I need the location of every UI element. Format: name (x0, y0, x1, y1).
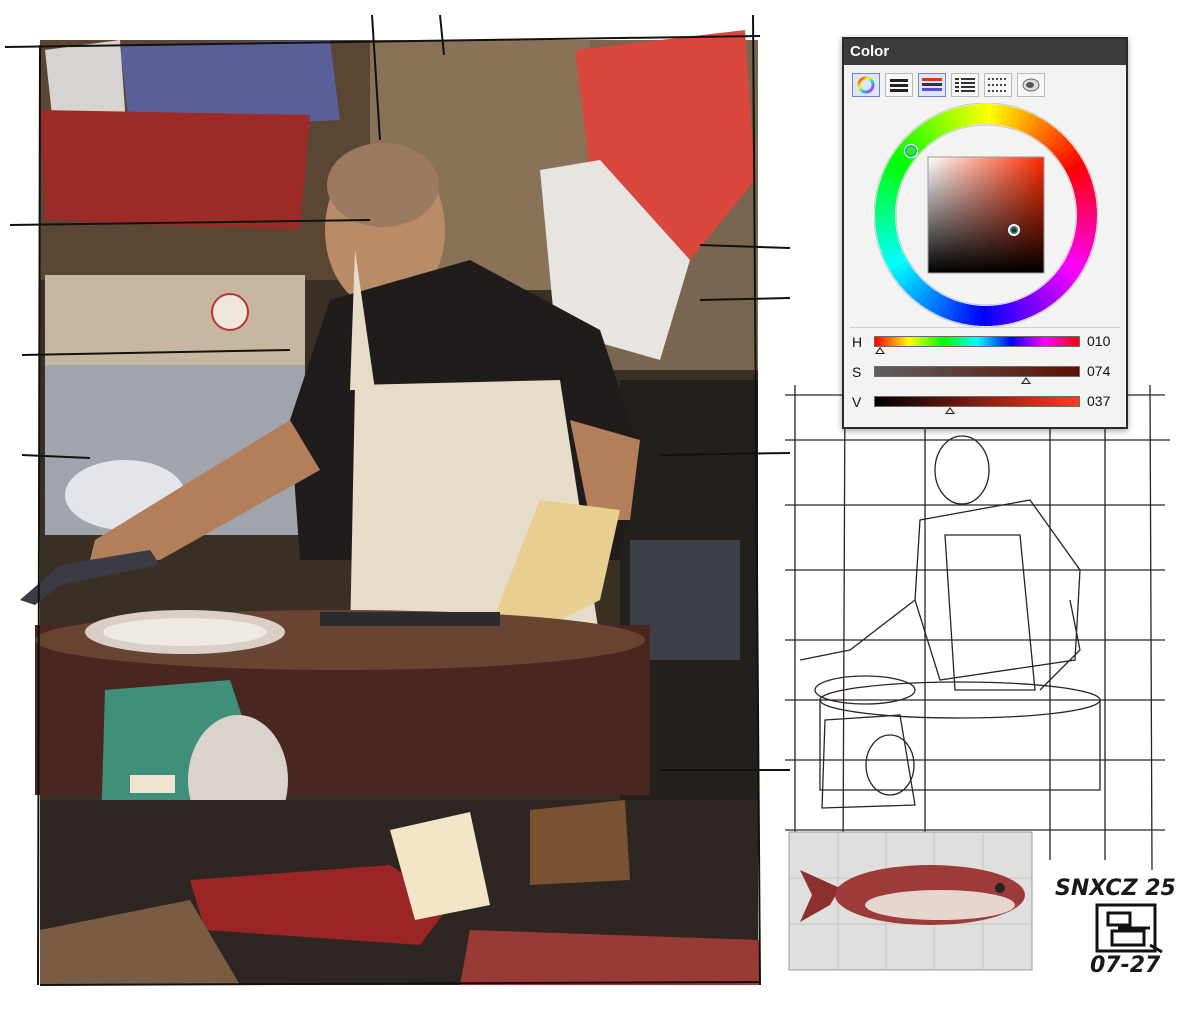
swatch-grid-icon (988, 78, 1006, 92)
mixer-icon (1022, 78, 1040, 92)
value-value[interactable]: 037 (1087, 393, 1110, 409)
saturation-slider-row: S 074 (852, 361, 1120, 385)
palette-list-button[interactable] (951, 73, 979, 97)
saturation-label: S (852, 364, 862, 380)
rgb-bars-icon (890, 79, 908, 92)
value-slider-track[interactable] (874, 396, 1080, 407)
value-label: V (852, 394, 862, 410)
signature-date: 07-27 (1090, 953, 1161, 978)
line-sketch (785, 384, 1170, 871)
swatch-grid-button[interactable] (984, 73, 1012, 97)
artist-seal (1095, 903, 1163, 954)
hue-slider-row: H 010 (852, 331, 1120, 355)
saturation-value[interactable]: 074 (1087, 363, 1110, 379)
hsv-bars-icon (922, 78, 942, 91)
hue-label: H (852, 334, 863, 350)
artist-signature: SNXCZ 25 (1055, 876, 1176, 901)
rgb-bars-button[interactable] (885, 73, 913, 97)
panel-divider (850, 327, 1120, 328)
hsv-bars-button[interactable] (918, 73, 946, 97)
hue-value[interactable]: 010 (1087, 333, 1110, 349)
hue-slider-track[interactable] (874, 336, 1080, 347)
color-mode-toolbar (852, 73, 1045, 99)
saturation-slider-track[interactable] (874, 366, 1080, 377)
main-painting (20, 30, 760, 985)
hue-slider-thumb[interactable] (875, 347, 886, 354)
palette-list-icon (955, 78, 975, 92)
color-panel: Color H 010 S 074 V 037 (842, 37, 1128, 429)
fish-study (788, 831, 1033, 971)
value-slider-row: V 037 (852, 391, 1120, 415)
hue-wheel[interactable] (873, 102, 1099, 328)
saturation-slider-thumb[interactable] (1021, 377, 1032, 384)
mixer-button[interactable] (1017, 73, 1045, 97)
value-slider-thumb[interactable] (945, 407, 956, 414)
color-wheel-icon (857, 76, 875, 94)
saturation-value-square[interactable] (927, 156, 1045, 274)
color-picker[interactable] (873, 102, 1099, 328)
color-panel-title[interactable]: Color (844, 39, 1126, 65)
color-wheel-button[interactable] (852, 73, 880, 97)
hue-ring-segment (980, 104, 988, 125)
